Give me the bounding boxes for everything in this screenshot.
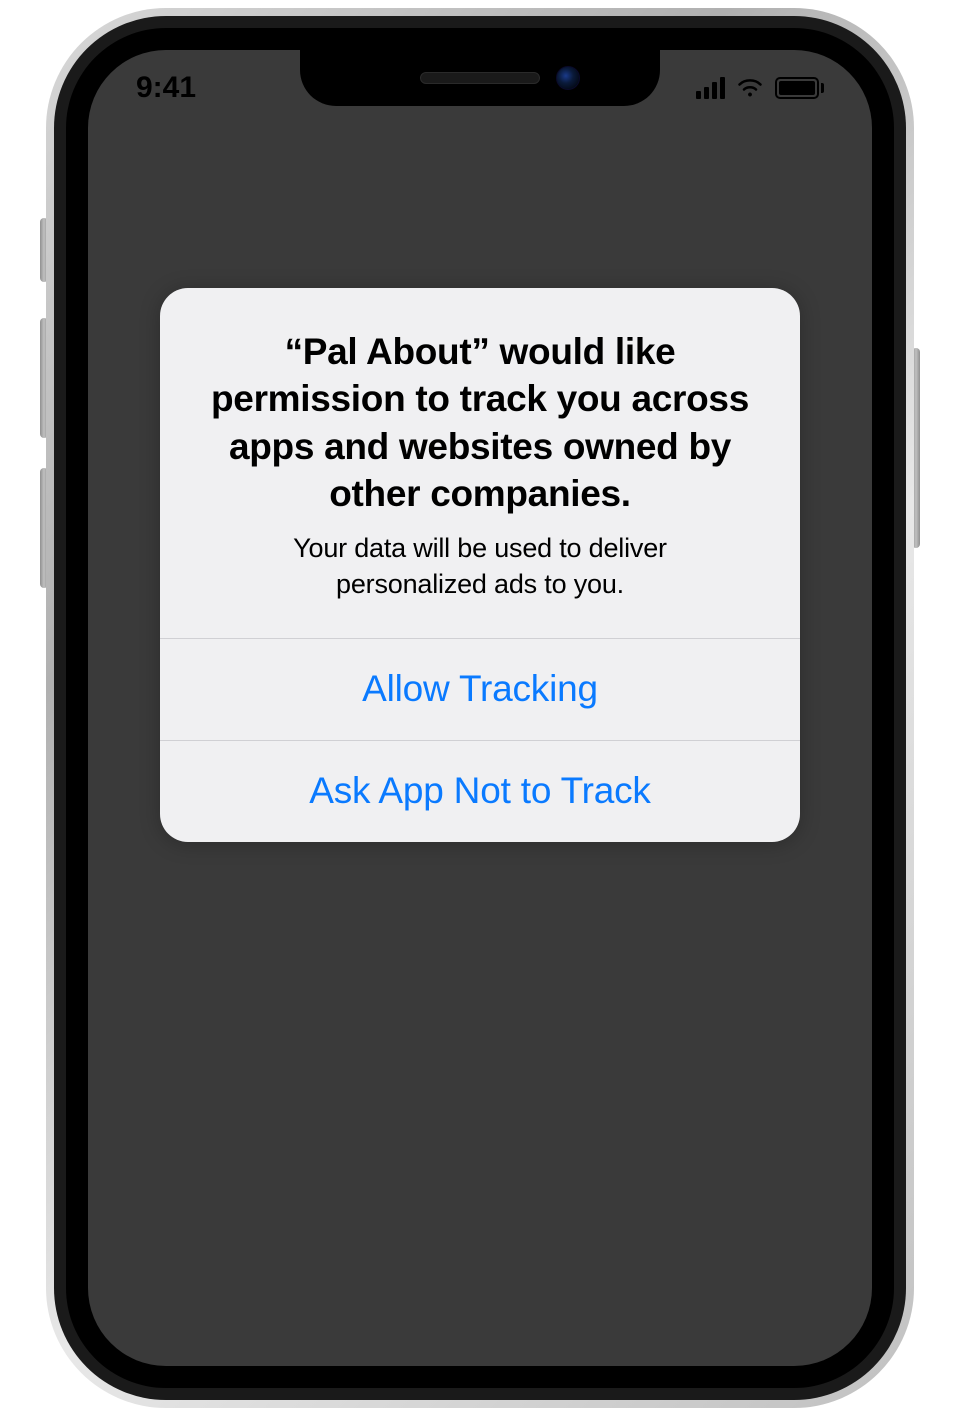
phone-screen: 9:41	[88, 50, 872, 1366]
speaker-grille	[420, 72, 540, 84]
front-camera	[556, 66, 580, 90]
ask-not-to-track-button[interactable]: Ask App Not to Track	[160, 740, 800, 842]
wifi-icon	[735, 77, 765, 99]
cellular-signal-icon	[696, 77, 725, 99]
alert-title: “Pal About” would like permission to tra…	[196, 328, 764, 517]
alert-message: Your data will be used to deliver person…	[196, 531, 764, 601]
alert-content: “Pal About” would like permission to tra…	[160, 288, 800, 638]
notch	[300, 50, 660, 106]
allow-tracking-button[interactable]: Allow Tracking	[160, 638, 800, 740]
phone-device-frame: 9:41	[46, 8, 914, 1408]
status-icons	[696, 77, 824, 99]
tracking-permission-alert: “Pal About” would like permission to tra…	[160, 288, 800, 842]
battery-icon	[775, 77, 824, 99]
status-time: 9:41	[136, 71, 196, 105]
